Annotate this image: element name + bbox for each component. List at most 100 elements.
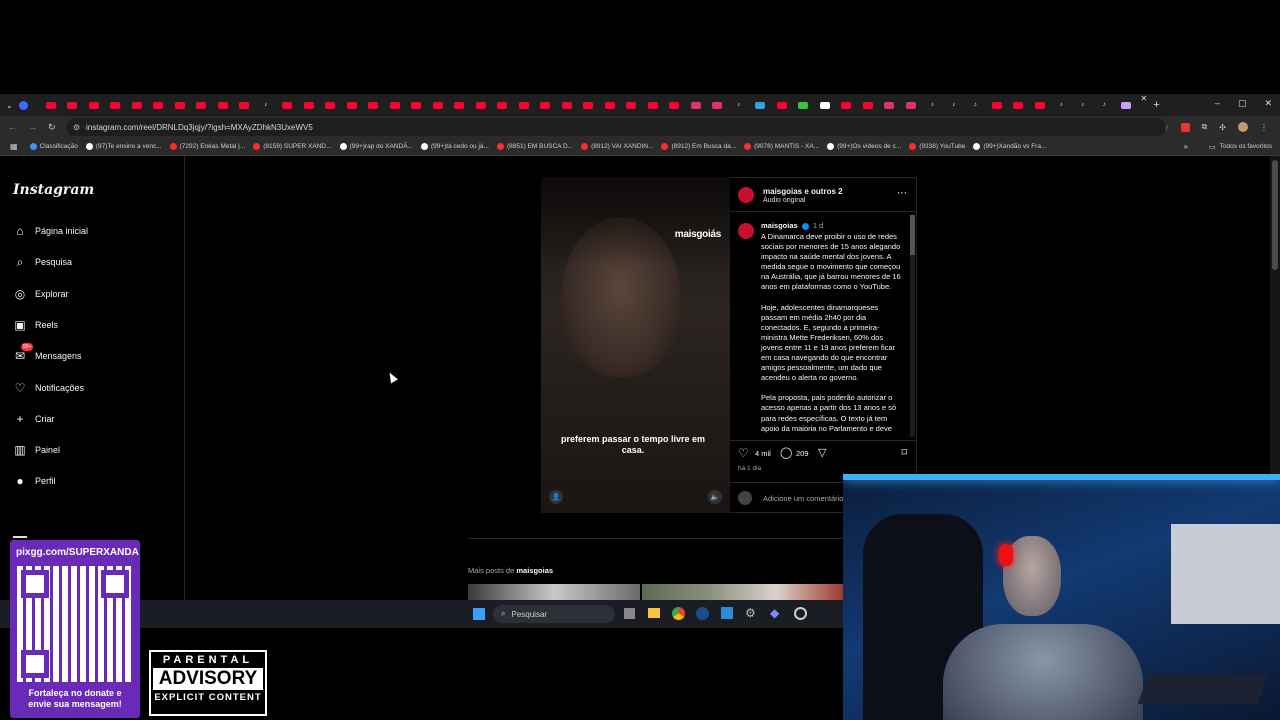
browser-tab-tk[interactable]: ♪ <box>922 94 944 116</box>
all-bookmarks-folder[interactable]: ▭ Todos os favoritos <box>1209 143 1272 151</box>
browser-tab-yt[interactable] <box>384 94 406 116</box>
browser-tab-tk[interactable]: ♪ <box>1051 94 1073 116</box>
bookmark-item[interactable]: (99+)tá cedo ou já... <box>420 143 489 150</box>
browser-tab-yt[interactable] <box>1029 94 1051 116</box>
browser-tab-yt[interactable] <box>427 94 449 116</box>
bookmark-item[interactable]: (9078) MANTIS - XA... <box>744 143 819 150</box>
app-icon[interactable]: ◆ <box>770 606 779 620</box>
browser-tab-ig[interactable] <box>685 94 707 116</box>
bookmark-item[interactable]: (9338) YouTube <box>909 143 965 150</box>
browser-tab-yt[interactable] <box>664 94 686 116</box>
file-explorer-icon[interactable] <box>648 608 660 618</box>
reel-video[interactable]: maisgoiás preferem passar o tempo livre … <box>541 177 730 513</box>
maximize-button[interactable]: ▢ <box>1238 98 1247 109</box>
browser-tab-tk[interactable]: ♪ <box>965 94 987 116</box>
bookmark-item[interactable]: (8912) Em Busca da... <box>661 143 736 150</box>
sidebar-item-chart[interactable]: ▥ Painel <box>13 443 60 457</box>
browser-tab-yt[interactable] <box>449 94 471 116</box>
instagram-logo[interactable]: Instagram <box>13 182 94 198</box>
taskbar-search[interactable]: ⌕ Pesquisar <box>493 605 615 623</box>
browser-tab-ms[interactable] <box>1115 94 1137 116</box>
browser-tab-yt[interactable] <box>148 94 170 116</box>
browser-tab-tk[interactable]: ♪ <box>943 94 965 116</box>
obs-icon[interactable] <box>794 607 807 620</box>
sidebar-item-avatar[interactable]: ● Perfil <box>13 474 55 488</box>
sidebar-item-heart[interactable]: ♡ Notificações <box>13 381 84 395</box>
browser-tab-yt[interactable] <box>470 94 492 116</box>
browser-tab-yt[interactable] <box>513 94 535 116</box>
like-icon[interactable]: ♡ <box>738 446 749 460</box>
browser-tab-yt[interactable] <box>578 94 600 116</box>
bookmark-item[interactable]: (8159) SUPER XAND... <box>253 143 332 150</box>
browser-tab-ig[interactable] <box>707 94 729 116</box>
more-post-thumbnail-1[interactable] <box>468 584 640 600</box>
menu-icon[interactable]: ⋮ <box>1260 123 1268 132</box>
browser-tab-yt[interactable] <box>298 94 320 116</box>
author-avatar[interactable] <box>738 187 754 203</box>
bookmark-item[interactable]: (8912) VAI XANDIN... <box>581 143 653 150</box>
comment-icon[interactable]: ◯ <box>780 446 792 459</box>
caption-avatar[interactable] <box>738 223 754 239</box>
comment-input[interactable]: Adicione um comentário... <box>763 494 850 503</box>
mute-icon[interactable]: 🔈 <box>708 490 722 504</box>
share-icon[interactable]: ▽ <box>818 446 826 459</box>
sidebar-item-search[interactable]: ⌕ Pesquisa <box>13 255 72 269</box>
url-field[interactable]: ⚙ instagram.com/reel/DRNLDq3jqjy/?igsh=M… <box>66 118 1166 136</box>
browser-tab-yt[interactable] <box>642 94 664 116</box>
browser-tab-yt[interactable] <box>406 94 428 116</box>
header-user[interactable]: maisgoias e outros 2 <box>763 187 843 196</box>
browser-tab-tg[interactable] <box>750 94 772 116</box>
bookmark-item[interactable]: (8851) EM BUSCA D... <box>496 143 573 150</box>
extension-icon[interactable]: ⧉ <box>1202 122 1208 132</box>
browser-tab-yt[interactable] <box>234 94 256 116</box>
browser-tab-yt[interactable] <box>556 94 578 116</box>
bookmark-item[interactable]: Classificação <box>29 143 78 150</box>
bookmark-item[interactable]: (7292) Enéas Metal |... <box>169 143 245 150</box>
extension-red-icon[interactable] <box>1180 122 1190 132</box>
browser-tab-yt[interactable] <box>169 94 191 116</box>
browser-tab-yt[interactable] <box>320 94 342 116</box>
emoji-avatar[interactable] <box>738 491 752 505</box>
browser-tab-yt[interactable] <box>40 94 62 116</box>
steam-icon[interactable] <box>696 607 709 620</box>
bookmark-item[interactable]: (97)Te ensino a venc... <box>85 143 162 150</box>
sidebar-item-plus[interactable]: + Criar <box>13 412 54 426</box>
browser-tab-yt[interactable] <box>341 94 363 116</box>
browser-tab-yt[interactable] <box>857 94 879 116</box>
photos-icon[interactable] <box>721 607 733 619</box>
browser-tab-yt[interactable] <box>1008 94 1030 116</box>
more-menu-icon[interactable] <box>13 536 27 538</box>
browser-tab-tk[interactable]: ♪ <box>1094 94 1116 116</box>
minimize-button[interactable]: – <box>1215 98 1220 109</box>
caption-scroll[interactable]: maisgoias 1 d A Dinamarca deve proibir o… <box>730 213 911 437</box>
browser-tab-yt[interactable] <box>126 94 148 116</box>
browser-tab-yt[interactable] <box>212 94 234 116</box>
browser-tab-ch[interactable] <box>814 94 836 116</box>
tab-search-icon[interactable]: ⌄ <box>6 101 13 110</box>
person-tag-icon[interactable]: 👤 <box>549 490 563 504</box>
browser-tab-yt[interactable] <box>986 94 1008 116</box>
browser-tab-yt[interactable] <box>492 94 514 116</box>
browser-tab-yt[interactable] <box>105 94 127 116</box>
browser-tab-yt[interactable] <box>363 94 385 116</box>
save-icon[interactable]: ⌑ <box>901 446 907 459</box>
task-view-icon[interactable] <box>624 608 635 619</box>
more-post-thumbnail-2[interactable] <box>642 584 843 600</box>
browser-tab-yt[interactable] <box>191 94 213 116</box>
browser-tab-yt[interactable] <box>836 94 858 116</box>
sidebar-item-compass[interactable]: ◎ Explorar <box>13 287 69 301</box>
more-posts-user[interactable]: maisgoias <box>516 566 553 575</box>
browser-tab-yt[interactable] <box>535 94 557 116</box>
header-audio[interactable]: Áudio original <box>763 197 805 204</box>
puzzle-icon[interactable]: ✣ <box>1219 123 1226 132</box>
browser-tab-yt[interactable] <box>62 94 84 116</box>
workspace-icon[interactable] <box>18 100 28 110</box>
browser-tab-tk[interactable]: ♪ <box>255 94 277 116</box>
back-icon[interactable]: ← <box>8 122 17 132</box>
sidebar-item-home[interactable]: ⌂ Página inicial <box>13 224 88 238</box>
windows-start-icon[interactable] <box>473 608 485 620</box>
browser-tab-yt[interactable] <box>277 94 299 116</box>
sidebar-item-messenger[interactable]: ✉ 99+ Mensagens <box>13 343 82 363</box>
new-tab-button[interactable]: + <box>1153 99 1159 111</box>
browser-tab-tk[interactable]: ♪ <box>1072 94 1094 116</box>
